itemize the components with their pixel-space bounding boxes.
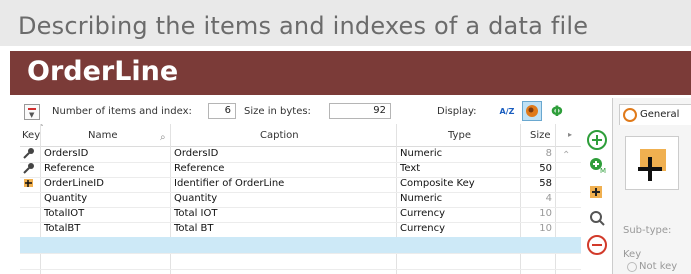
items-table: Key ˄ Name ⌕ Caption Type Size ▸ OrdersI… (20, 124, 581, 274)
table-row[interactable]: OrdersID OrdersID Numeric 8 (20, 147, 581, 163)
scroll-up-icon[interactable]: ⌃ (562, 150, 570, 161)
filter-button[interactable] (587, 208, 607, 228)
cell-caption: Identifier of OrderLine (174, 178, 285, 189)
cell-name: OrderLineID (44, 178, 104, 189)
col-caption[interactable]: Caption (260, 130, 299, 141)
table-row[interactable]: TotalBT Total BT Currency 10 (20, 222, 581, 238)
empty-row[interactable] (20, 254, 581, 270)
add-index-icon: M (590, 158, 606, 175)
remove-item-button[interactable] (587, 235, 607, 255)
cell-type: Text (400, 163, 421, 174)
minus-icon (592, 244, 602, 246)
cell-caption: Reference (174, 163, 225, 174)
cell-type: Composite Key (400, 178, 475, 189)
file-banner: OrderLine (10, 51, 691, 95)
composite-key-icon (23, 177, 35, 192)
svg-text:M: M (600, 167, 606, 175)
general-tab-icon (623, 108, 637, 122)
cell-size: 50 (539, 163, 552, 174)
add-item-button[interactable] (587, 130, 607, 150)
magnifier-icon (590, 211, 605, 226)
table-header: Key ˄ Name ⌕ Caption Type Size ▸ (20, 124, 581, 147)
col-name[interactable]: Name (88, 130, 118, 141)
subtype-label: Sub-type: (623, 225, 672, 236)
composite-key-add-icon (590, 186, 602, 198)
plus-icon (592, 135, 602, 145)
page-header: Describing the items and indexes of a da… (0, 0, 691, 46)
key-icon (23, 162, 35, 177)
key-icon (23, 147, 35, 162)
add-index-button[interactable]: M (587, 155, 607, 175)
cell-type: Currency (400, 208, 446, 219)
cell-type: Numeric (400, 148, 443, 159)
cell-size: 8 (545, 148, 552, 159)
tab-general-label: General (640, 109, 680, 120)
col-size[interactable]: Size (530, 130, 551, 141)
cell-caption: Total IOT (174, 208, 218, 219)
cell-size: 58 (539, 178, 552, 189)
sort-az-button[interactable]: A/Z (498, 103, 516, 121)
add-composite-key-button[interactable] (587, 182, 607, 202)
cell-name: Quantity (44, 193, 88, 204)
cell-caption: Quantity (174, 193, 218, 204)
column-scroll-right-icon[interactable]: ▸ (568, 130, 572, 139)
not-key-radio[interactable] (627, 262, 637, 272)
items-count-label: Number of items and index: (52, 106, 192, 117)
cell-type: Numeric (400, 193, 443, 204)
page-title: Describing the items and indexes of a da… (18, 12, 589, 40)
cell-name: TotalBT (44, 223, 81, 234)
table-row[interactable]: Quantity Quantity Numeric 4 (20, 192, 581, 208)
display-label: Display: (437, 106, 477, 117)
items-count-field: 6 (208, 103, 236, 119)
new-row[interactable] (20, 237, 581, 254)
caption-display-button[interactable] (522, 101, 542, 121)
table-row[interactable]: OrderLineID Identifier of OrderLine Compos… (20, 177, 581, 193)
col-type[interactable]: Type (448, 130, 471, 141)
size-label: Size in bytes: (244, 106, 311, 117)
tab-general[interactable]: General (619, 104, 691, 125)
cell-name: OrdersID (44, 148, 89, 159)
cell-name: TotalIOT (44, 208, 85, 219)
cell-size: 4 (545, 193, 552, 204)
file-name-title: OrderLine (27, 56, 179, 87)
key-group-label: Key (623, 249, 642, 260)
cell-caption: OrdersID (174, 148, 219, 159)
cell-size: 10 (539, 223, 552, 234)
not-key-label: Not key (639, 261, 678, 272)
col-key[interactable]: Key (22, 130, 40, 141)
head-icon (526, 105, 538, 117)
properties-panel: General Sub-type: Key Not key (612, 98, 691, 274)
menu-dropdown-icon[interactable]: ▼ (24, 104, 40, 120)
table-row[interactable]: TotalIOT Total IOT Currency 10 (20, 207, 581, 223)
search-icon[interactable]: ⌕ (160, 132, 166, 143)
item-type-image (625, 136, 679, 190)
cell-size: 10 (539, 208, 552, 219)
size-field: 92 (329, 103, 391, 119)
composite-key-large-icon (638, 149, 666, 181)
table-row[interactable]: Reference Reference Text 50 (20, 162, 581, 178)
cell-type: Currency (400, 223, 446, 234)
phi-button[interactable]: Φ (548, 103, 566, 121)
cell-caption: Total BT (174, 223, 214, 234)
cell-name: Reference (44, 163, 95, 174)
